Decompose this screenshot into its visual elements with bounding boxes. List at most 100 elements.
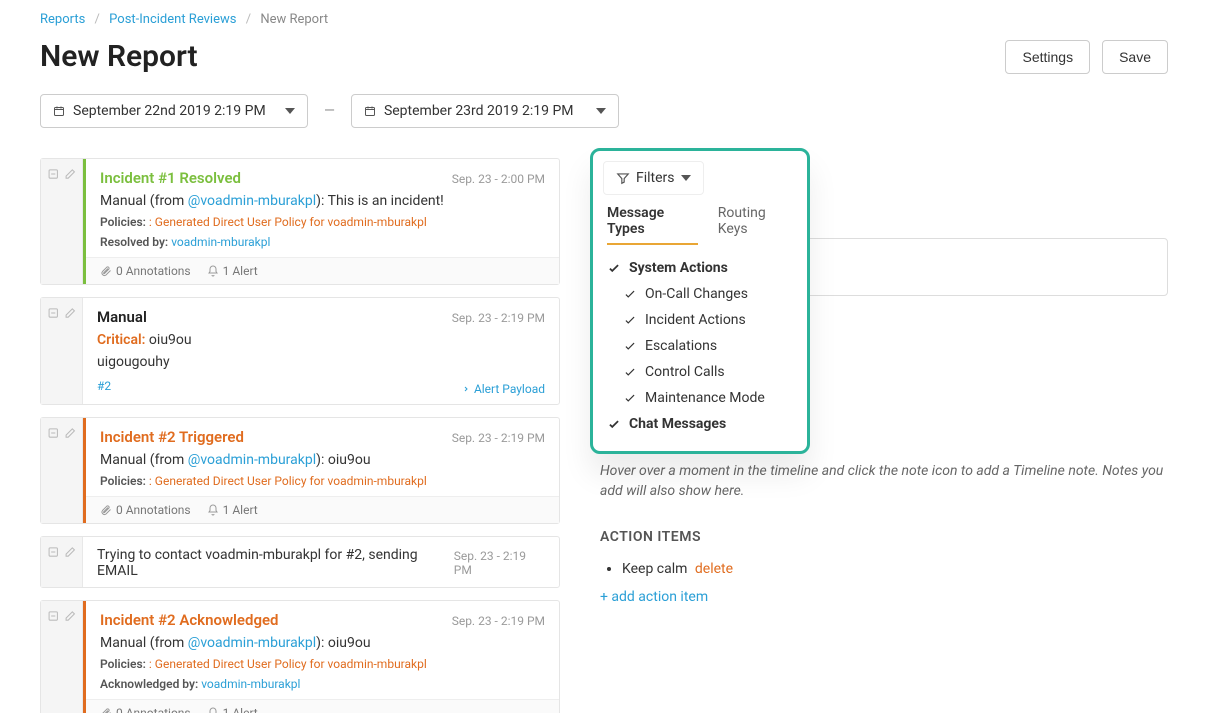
save-button[interactable]: Save [1102, 40, 1168, 74]
collapse-icon[interactable] [47, 545, 60, 559]
collapse-icon[interactable] [47, 609, 60, 623]
resolved-label: Resolved by: [100, 235, 171, 249]
card-text: Trying to contact voadmin-mburakpl for #… [97, 547, 454, 579]
alert-payload-link[interactable]: Alert Payload [462, 382, 545, 396]
edit-icon[interactable] [64, 306, 77, 320]
check-icon [623, 391, 637, 405]
check-icon [623, 287, 637, 301]
card-time: Sep. 23 - 2:19 PM [452, 431, 545, 445]
edit-icon[interactable] [64, 426, 77, 440]
filter-option-on-call-changes[interactable]: On-Call Changes [607, 281, 793, 307]
breadcrumb: Reports / Post-Incident Reviews / New Re… [40, 12, 1168, 27]
action-item: Keep calm delete [622, 559, 1168, 579]
end-date-picker[interactable]: September 23rd 2019 2:19 PM [351, 94, 619, 128]
filter-option-chat-messages[interactable]: Chat Messages [607, 411, 793, 437]
details-column: Filters Message Types Routing Keys Syste… [600, 158, 1168, 605]
filter-option-escalations[interactable]: Escalations [607, 333, 793, 359]
start-date-text: September 22nd 2019 2:19 PM [73, 103, 266, 119]
breadcrumb-reports[interactable]: Reports [40, 12, 85, 27]
collapse-icon[interactable] [47, 426, 60, 440]
attachment-icon [100, 265, 112, 277]
card-text: Manual (from [100, 193, 188, 209]
card-title: Incident #1 Resolved [100, 169, 241, 187]
timeline-column: Incident #1 Resolved Sep. 23 - 2:00 PM M… [40, 158, 560, 713]
card-text: ): oiu9ou [316, 635, 370, 651]
annotations-count[interactable]: 0 Annotations [116, 264, 191, 278]
breadcrumb-pir[interactable]: Post-Incident Reviews [109, 12, 236, 27]
policy-link[interactable]: : Generated Direct User Policy for voadm… [149, 215, 427, 229]
alerts-count[interactable]: 1 Alert [223, 503, 258, 517]
filters-popover: Filters Message Types Routing Keys Syste… [590, 148, 810, 454]
alerts-count[interactable]: 1 Alert [223, 706, 258, 713]
timeline-card: Incident #2 Acknowledged Sep. 23 - 2:19 … [40, 600, 560, 713]
start-date-picker[interactable]: September 22nd 2019 2:19 PM [40, 94, 308, 128]
timeline-notes-hint: Hover over a moment in the timeline and … [600, 462, 1168, 501]
ack-label: Acknowledged by: [100, 677, 201, 691]
card-time: Sep. 23 - 2:19 PM [454, 549, 545, 577]
card-text: Manual (from [100, 452, 188, 468]
filter-icon [616, 171, 630, 185]
chevron-right-icon [462, 384, 470, 394]
bell-icon [207, 265, 219, 277]
card-title: Incident #2 Triggered [100, 428, 244, 446]
date-dash: — [324, 103, 335, 119]
add-action-item-link[interactable]: + add action item [600, 589, 1168, 605]
alerts-count[interactable]: 1 Alert [223, 264, 258, 278]
card-text: Manual (from [100, 635, 188, 651]
bell-icon [207, 707, 219, 713]
check-icon [623, 313, 637, 327]
timeline-card: Trying to contact voadmin-mburakpl for #… [40, 536, 560, 588]
collapse-icon[interactable] [47, 306, 60, 320]
policy-link[interactable]: : Generated Direct User Policy for voadm… [149, 657, 427, 671]
card-text: oiu9ou [145, 332, 191, 348]
check-icon [623, 339, 637, 353]
collapse-icon[interactable] [47, 167, 60, 181]
tab-message-types[interactable]: Message Types [607, 205, 698, 245]
end-date-text: September 23rd 2019 2:19 PM [384, 103, 574, 119]
action-item-text: Keep calm [622, 561, 687, 577]
card-text: ): oiu9ou [316, 452, 370, 468]
attachment-icon [100, 504, 112, 516]
tab-routing-keys[interactable]: Routing Keys [718, 205, 793, 245]
settings-button[interactable]: Settings [1005, 40, 1090, 74]
filter-option-control-calls[interactable]: Control Calls [607, 359, 793, 385]
card-text: ): This is an incident! [316, 193, 444, 209]
user-link[interactable]: @voadmin-mburakpl [188, 452, 316, 468]
edit-icon[interactable] [64, 545, 77, 559]
policies-label: Policies: [100, 474, 149, 488]
breadcrumb-sep: / [246, 12, 251, 27]
incident-number-link[interactable]: #2 [97, 379, 111, 393]
attachment-icon [100, 707, 112, 713]
edit-icon[interactable] [64, 167, 77, 181]
check-icon [607, 261, 621, 275]
check-icon [607, 417, 621, 431]
filter-option-incident-actions[interactable]: Incident Actions [607, 307, 793, 333]
card-title: Incident #2 Acknowledged [100, 611, 279, 629]
policy-link[interactable]: : Generated Direct User Policy for voadm… [149, 474, 427, 488]
delete-action-link[interactable]: delete [695, 561, 733, 577]
timeline-card: Incident #2 Triggered Sep. 23 - 2:19 PM … [40, 417, 560, 524]
card-time: Sep. 23 - 2:19 PM [452, 614, 545, 628]
check-icon [623, 365, 637, 379]
critical-label: Critical: [97, 332, 145, 348]
edit-icon[interactable] [64, 609, 77, 623]
user-link[interactable]: voadmin-mburakpl [171, 235, 270, 249]
timeline-card: Manual Sep. 23 - 2:19 PM Critical: oiu9o… [40, 297, 560, 405]
annotations-count[interactable]: 0 Annotations [116, 706, 191, 713]
action-items-heading: ACTION ITEMS [600, 529, 1168, 545]
user-link[interactable]: @voadmin-mburakpl [188, 193, 316, 209]
policies-label: Policies: [100, 657, 149, 671]
card-text: uigougouhy [97, 354, 545, 370]
annotations-count[interactable]: 0 Annotations [116, 503, 191, 517]
policies-label: Policies: [100, 215, 149, 229]
filter-option-maintenance-mode[interactable]: Maintenance Mode [607, 385, 793, 411]
chevron-down-icon [681, 175, 691, 181]
filters-button[interactable]: Filters [603, 161, 704, 195]
breadcrumb-sep: / [95, 12, 100, 27]
chevron-down-icon [285, 108, 295, 114]
card-time: Sep. 23 - 2:00 PM [452, 172, 545, 186]
card-time: Sep. 23 - 2:19 PM [452, 311, 545, 325]
user-link[interactable]: voadmin-mburakpl [201, 677, 300, 691]
user-link[interactable]: @voadmin-mburakpl [188, 635, 316, 651]
filter-option-system-actions[interactable]: System Actions [607, 255, 793, 281]
